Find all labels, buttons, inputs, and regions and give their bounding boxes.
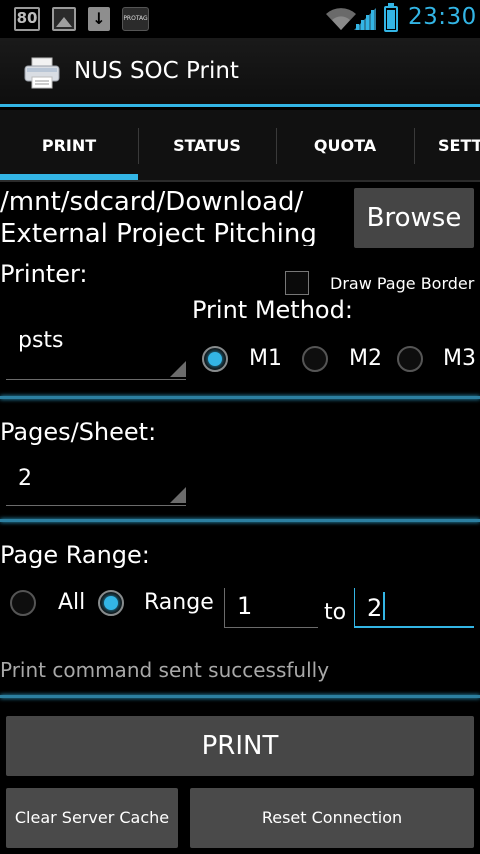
page-range-range-radio[interactable] (98, 590, 124, 616)
page-range-range-label: Range (144, 590, 214, 615)
reset-connection-button[interactable]: Reset Connection (190, 788, 474, 848)
print-method-m2-radio[interactable] (302, 346, 328, 372)
printer-label: Printer: (0, 260, 88, 288)
tab-bar: PRINT STATUS QUOTA SETT (0, 110, 480, 182)
image-notification-icon (52, 7, 76, 31)
signal-icon (354, 8, 376, 30)
draw-page-border-checkbox[interactable] (285, 271, 309, 295)
print-button[interactable]: PRINT (6, 716, 474, 776)
page-range-all-radio[interactable] (10, 590, 36, 616)
protag-notification-icon: PROTAG (122, 7, 149, 31)
dropdown-triangle-icon (170, 487, 186, 503)
draw-page-border-label: Draw Page Border (330, 274, 475, 293)
section-divider (0, 695, 480, 698)
battery-icon (384, 3, 398, 32)
printer-value: psts (18, 328, 64, 353)
browse-button[interactable]: Browse (354, 188, 474, 248)
download-notification-icon: ↓ (88, 7, 110, 31)
status-bar: 80 ↓ PROTAG 23:30 (0, 0, 480, 38)
dropdown-triangle-icon (170, 361, 186, 377)
status-message: Print command sent successfully (0, 658, 330, 682)
text-cursor (383, 592, 386, 620)
range-from-value: 1 (237, 592, 253, 620)
print-method-m2-label: M2 (349, 346, 382, 371)
app-title: NUS SOC Print (74, 58, 239, 84)
tab-print[interactable]: PRINT (0, 110, 138, 182)
range-to-input[interactable]: 2 (354, 588, 474, 628)
print-method-m1-radio[interactable] (202, 346, 228, 372)
clock: 23:30 (408, 4, 477, 30)
section-divider (0, 519, 480, 522)
print-method-m3-radio[interactable] (397, 346, 423, 372)
print-method-m1-label: M1 (249, 346, 282, 371)
range-to-label: to (324, 600, 347, 625)
range-to-value: 2 (367, 594, 383, 622)
print-method-label: Print Method: (192, 296, 353, 324)
pages-per-sheet-spinner[interactable]: 2 (6, 460, 186, 506)
section-divider (0, 396, 480, 399)
tab-status[interactable]: STATUS (138, 110, 276, 182)
file-path: /mnt/sdcard/Download/ External Project P… (0, 187, 317, 246)
wifi-icon (326, 8, 356, 31)
printer-spinner[interactable]: psts (6, 318, 186, 380)
printer-icon (24, 57, 60, 89)
clear-server-cache-button[interactable]: Clear Server Cache (6, 788, 178, 848)
page-range-all-label: All (58, 590, 86, 615)
tab-quota[interactable]: QUOTA (276, 110, 414, 182)
action-bar: NUS SOC Print (0, 38, 480, 107)
page-range-label: Page Range: (0, 541, 150, 569)
pages-per-sheet-value: 2 (18, 466, 32, 491)
battery-percent-icon: 80 (14, 7, 40, 31)
range-from-input[interactable]: 1 (224, 588, 318, 628)
tab-settings[interactable]: SETT (414, 110, 480, 182)
battery-fill (387, 10, 395, 29)
range-to-text: 2 (367, 592, 386, 622)
print-method-m3-label: M3 (443, 346, 476, 371)
tab-selected-indicator (0, 174, 138, 180)
pages-per-sheet-label: Pages/Sheet: (0, 418, 157, 446)
